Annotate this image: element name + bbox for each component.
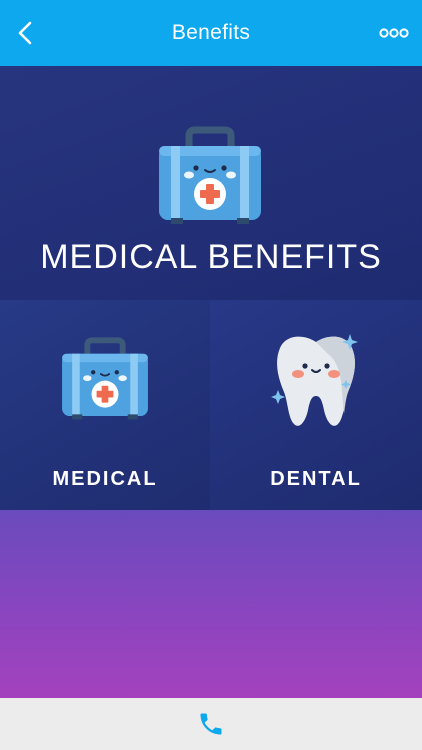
dental-tile-label: DENTAL — [270, 468, 362, 490]
gradient-background — [0, 510, 422, 698]
call-button[interactable] — [193, 706, 229, 742]
medical-tile[interactable]: MEDICAL — [0, 300, 210, 510]
more-options-button[interactable] — [378, 22, 410, 44]
back-button[interactable] — [10, 17, 40, 49]
app-header: Benefits — [0, 0, 422, 66]
tooth-icon — [271, 334, 358, 426]
dental-tile[interactable]: DENTAL — [210, 300, 422, 510]
medical-tile-label: MEDICAL — [52, 468, 158, 490]
bottom-bar — [0, 698, 422, 750]
chevron-left-icon — [18, 21, 32, 45]
hero-heading: MEDICAL BENEFITS — [40, 238, 382, 276]
phone-icon — [200, 713, 222, 735]
medical-kit-icon — [159, 126, 261, 224]
hero-banner: MEDICAL BENEFITS — [0, 66, 422, 300]
page-title: Benefits — [171, 21, 251, 44]
medical-kit-icon — [62, 337, 148, 420]
more-dots-icon — [379, 28, 409, 38]
